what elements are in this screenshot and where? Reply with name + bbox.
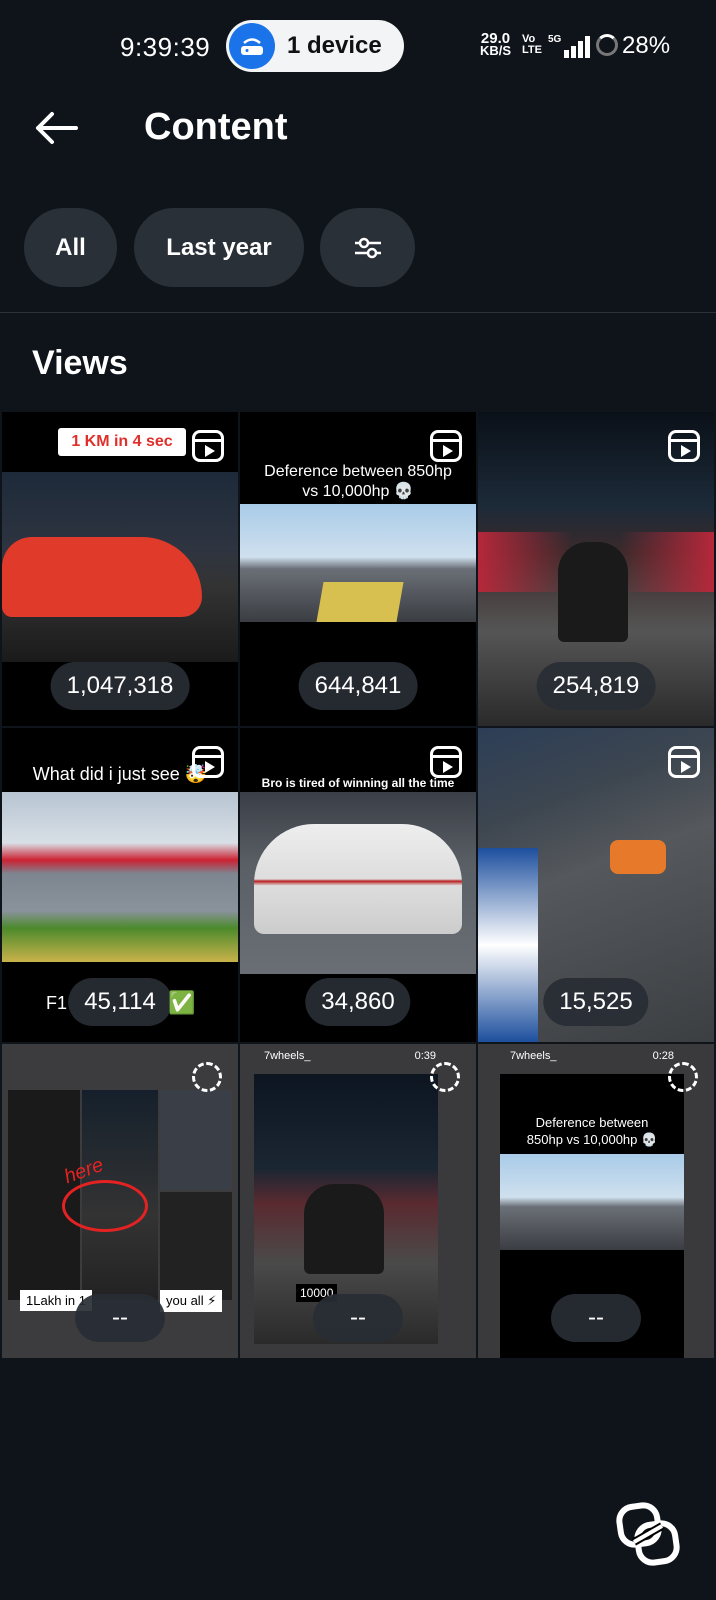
- check-emoji: ✅: [168, 990, 196, 1015]
- highlight-circle: [62, 1180, 148, 1232]
- reel-icon: [668, 430, 700, 462]
- sliders-icon: [354, 237, 381, 258]
- battery-percent: 28%: [622, 32, 671, 59]
- tile-handle: 7wheels_: [510, 1050, 557, 1062]
- hotspot-pill[interactable]: 1 device: [226, 20, 404, 72]
- content-tile[interactable]: 1 KM in 4 sec 1,047,318: [2, 412, 238, 726]
- view-count: --: [75, 1294, 165, 1342]
- view-count: 1,047,318: [50, 662, 190, 710]
- tile-caption: 1 KM in 4 sec: [58, 428, 186, 456]
- content-tile[interactable]: 254,819: [478, 412, 714, 726]
- divider: [0, 312, 716, 313]
- tile-caption: Deference between 850hp vs 10,000hp 💀: [264, 463, 452, 500]
- content-tile[interactable]: 15,525: [478, 728, 714, 1042]
- view-count: --: [551, 1294, 641, 1342]
- clock: 9:39:39: [120, 32, 211, 62]
- car-thumbnail: [254, 824, 462, 934]
- content-tile[interactable]: 7wheels_ 0:39 10000 --: [240, 1044, 476, 1358]
- signal-icon: [552, 34, 590, 58]
- tile-duration: 0:39: [414, 1050, 436, 1062]
- car-thumbnail: [558, 542, 628, 642]
- status-bar: 9:39:39 1 device 29.0 KB/S Vo LTE 5G 28%: [0, 0, 716, 92]
- content-tile[interactable]: 7wheels_ 0:28 Deference between 850hp vs…: [478, 1044, 714, 1358]
- tile-duration: 0:28: [652, 1050, 674, 1062]
- back-arrow-icon[interactable]: [32, 110, 80, 151]
- loading-icon: [430, 1062, 460, 1092]
- car-thumbnail: [610, 840, 666, 874]
- filter-settings-chip[interactable]: [320, 208, 415, 287]
- section-title: Views: [32, 344, 128, 382]
- view-count: 15,525: [543, 978, 649, 1026]
- view-count: 45,114: [68, 978, 172, 1026]
- tile-caption: Bro is tired of winning all the time: [261, 776, 455, 790]
- reel-icon: [192, 430, 224, 462]
- reel-icon: [430, 746, 462, 778]
- reel-icon: [192, 746, 224, 778]
- view-count: 254,819: [536, 662, 656, 710]
- reel-icon: [430, 430, 462, 462]
- view-count: --: [313, 1294, 403, 1342]
- volte-icon: Vo LTE: [522, 33, 542, 56]
- loading-icon: [192, 1062, 222, 1092]
- filter-all-chip[interactable]: All: [24, 208, 117, 287]
- reel-icon: [668, 746, 700, 778]
- view-count: 644,841: [298, 662, 418, 710]
- hotspot-label: 1 device: [287, 32, 382, 59]
- page-title: Content: [144, 106, 288, 148]
- assistant-logo-icon[interactable]: [612, 1498, 684, 1570]
- content-tile[interactable]: Deference between 850hp vs 10,000hp 💀 64…: [240, 412, 476, 726]
- hotspot-icon: [229, 23, 275, 69]
- tile-caption: Deference between 850hp vs 10,000hp 💀: [526, 1115, 658, 1147]
- tile-sub-caption: F1: [46, 993, 68, 1013]
- car-thumbnail: [2, 537, 202, 617]
- loading-icon: [668, 1062, 698, 1092]
- car-thumbnail: [304, 1184, 384, 1274]
- view-count: 34,860: [305, 978, 411, 1026]
- battery-icon: [596, 34, 618, 56]
- tile-handle: 7wheels_: [264, 1050, 311, 1062]
- network-speed: 29.0 KB/S: [480, 30, 512, 58]
- content-tile[interactable]: here 1Lakh in 1 you all ⚡ --: [2, 1044, 238, 1358]
- content-tile[interactable]: Bro is tired of winning all the time 34,…: [240, 728, 476, 1042]
- content-tile[interactable]: What did i just see 🤯 F1 45,114 ✅: [2, 728, 238, 1042]
- filter-period-chip[interactable]: Last year: [134, 208, 304, 287]
- tile-sub-caption-2: you all ⚡: [160, 1290, 223, 1312]
